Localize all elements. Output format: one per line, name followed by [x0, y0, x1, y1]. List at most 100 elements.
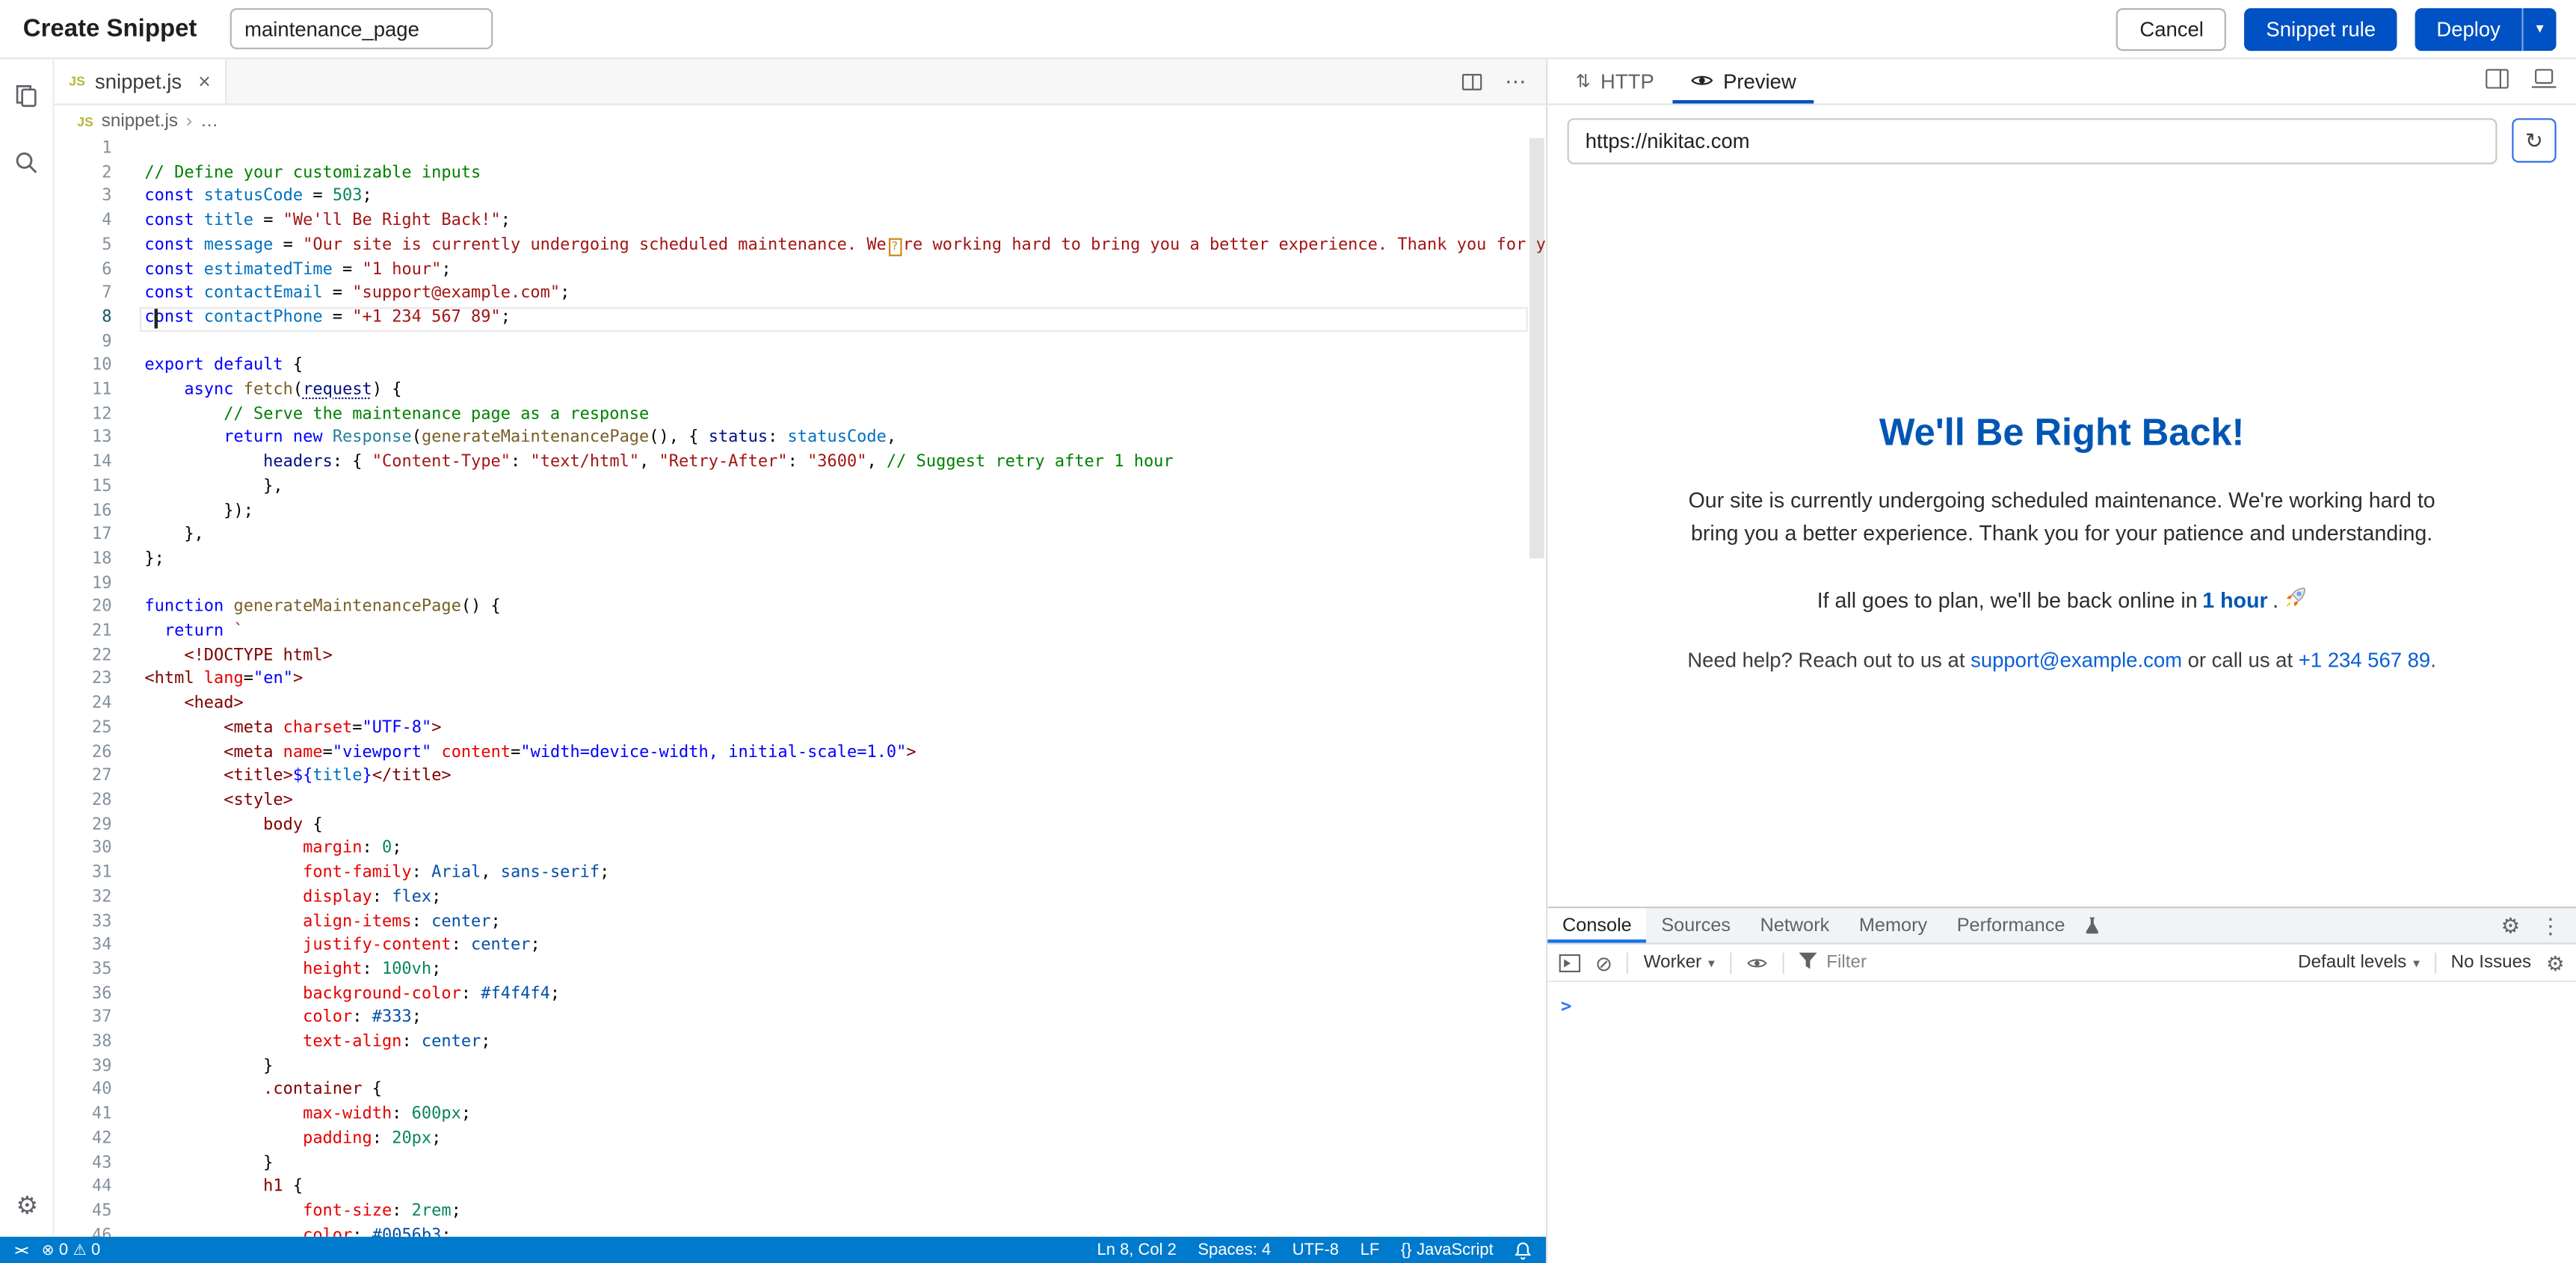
refresh-button[interactable]: ↻: [2512, 118, 2556, 162]
notifications-bell-icon[interactable]: [1515, 1241, 1531, 1259]
devtools-tab-performance[interactable]: Performance: [1942, 908, 2080, 942]
kebab-menu-icon[interactable]: ⋮: [2540, 912, 2562, 939]
code-line[interactable]: 18};: [55, 549, 1547, 572]
code-line[interactable]: 44 h1 {: [55, 1176, 1547, 1200]
code-line[interactable]: 27 <title>${title}</title>: [55, 766, 1547, 790]
devtools-tab-sources[interactable]: Sources: [1647, 908, 1745, 942]
problems-indicator[interactable]: ⊗ 0 ⚠ 0: [42, 1241, 101, 1259]
snippet-name-input[interactable]: [229, 8, 493, 49]
code-line[interactable]: 42 padding: 20px;: [55, 1128, 1547, 1152]
code-line[interactable]: 41 max-width: 600px;: [55, 1104, 1547, 1128]
code-line[interactable]: 46 color: #0056b3;: [55, 1225, 1547, 1237]
console-settings-gear-icon[interactable]: ⚙: [2546, 950, 2565, 975]
devtools-tab-memory[interactable]: Memory: [1844, 908, 1942, 942]
code-line[interactable]: 8const contactPhone = "+1 234 567 89";: [55, 307, 1547, 331]
code-line[interactable]: 17 },: [55, 525, 1547, 549]
help-suffix: .: [2430, 649, 2436, 672]
code-line[interactable]: 28 <style>: [55, 790, 1547, 814]
code-line[interactable]: 20function generateMaintenancePage() {: [55, 597, 1547, 621]
code-line[interactable]: 35 height: 100vh;: [55, 959, 1547, 983]
console-sidebar-toggle-icon[interactable]: [1559, 954, 1581, 972]
code-editor[interactable]: 12// Define your customizable inputs3con…: [55, 138, 1547, 1237]
code-text: async fetch(request) {: [144, 380, 401, 404]
code-line[interactable]: 37 color: #333;: [55, 1007, 1547, 1031]
log-levels-selector[interactable]: Default levels ▾: [2298, 953, 2420, 972]
clear-console-icon[interactable]: ⊘: [1595, 950, 1612, 975]
console-filter-input[interactable]: Filter: [1799, 952, 2283, 974]
breadcrumb[interactable]: JS snippet.js › …: [55, 105, 1547, 138]
cancel-button[interactable]: Cancel: [2117, 7, 2227, 50]
code-line[interactable]: 34 justify-content: center;: [55, 935, 1547, 959]
code-line[interactable]: 14 headers: { "Content-Type": "text/html…: [55, 452, 1547, 476]
code-line[interactable]: 21 return `: [55, 621, 1547, 645]
code-line[interactable]: 39 }: [55, 1056, 1547, 1080]
code-line[interactable]: 9: [55, 331, 1547, 355]
phone-link[interactable]: +1 234 567 89: [2299, 649, 2430, 672]
url-input[interactable]: [1568, 117, 2498, 164]
more-actions-icon[interactable]: ⋯: [1505, 68, 1526, 94]
remote-indicator-icon[interactable]: ><: [15, 1243, 27, 1258]
issues-counter[interactable]: No Issues: [2451, 953, 2532, 972]
code-line[interactable]: 45 font-size: 2rem;: [55, 1200, 1547, 1224]
code-line[interactable]: 1: [55, 138, 1547, 162]
code-line[interactable]: 25 <meta charset="UTF-8">: [55, 717, 1547, 741]
code-line[interactable]: 7const contactEmail = "support@example.c…: [55, 282, 1547, 306]
console-prompt[interactable]: >: [1561, 995, 1572, 1017]
deploy-button[interactable]: Deploy: [2415, 7, 2522, 50]
console-output[interactable]: >: [1547, 982, 2576, 1263]
code-line[interactable]: 23<html lang="en">: [55, 669, 1547, 693]
code-line[interactable]: 6const estimatedTime = "1 hour";: [55, 259, 1547, 282]
code-line[interactable]: 5const message = "Our site is currently …: [55, 235, 1547, 259]
tab-preview[interactable]: Preview: [1672, 59, 1814, 103]
close-icon[interactable]: ×: [198, 69, 211, 93]
cursor-position[interactable]: Ln 8, Col 2: [1097, 1241, 1177, 1259]
code-line[interactable]: 15 },: [55, 476, 1547, 500]
error-icon: ⊗: [42, 1241, 55, 1259]
code-line[interactable]: 16 });: [55, 500, 1547, 524]
code-line[interactable]: 33 align-items: center;: [55, 911, 1547, 935]
devtools-tab-console[interactable]: Console: [1547, 908, 1646, 942]
code-line[interactable]: 29 body {: [55, 814, 1547, 838]
deploy-dropdown-button[interactable]: ▾: [2521, 7, 2556, 50]
code-line[interactable]: 4const title = "We'll Be Right Back!";: [55, 211, 1547, 235]
code-line[interactable]: 31 font-family: Arial, sans-serif;: [55, 862, 1547, 886]
code-line[interactable]: 30 margin: 0;: [55, 839, 1547, 862]
code-line[interactable]: 32 display: flex;: [55, 886, 1547, 910]
copy-files-icon[interactable]: [11, 81, 41, 111]
devtools-tab-network[interactable]: Network: [1745, 908, 1844, 942]
context-selector[interactable]: Worker ▾: [1644, 953, 1715, 972]
snippet-rule-button[interactable]: Snippet rule: [2245, 7, 2397, 50]
tab-snippet-js[interactable]: JS snippet.js ×: [55, 59, 227, 103]
code-line[interactable]: 24 <head>: [55, 694, 1547, 717]
search-icon[interactable]: [11, 148, 41, 178]
language-mode[interactable]: {} JavaScript: [1401, 1241, 1494, 1259]
code-line[interactable]: 13 return new Response(generateMaintenan…: [55, 427, 1547, 451]
devtools-settings-gear-icon[interactable]: ⚙: [2501, 912, 2521, 939]
code-line[interactable]: 40 .container {: [55, 1080, 1547, 1104]
tab-http[interactable]: ⇅ HTTP: [1557, 59, 1672, 103]
code-line[interactable]: 10export default {: [55, 355, 1547, 379]
code-line[interactable]: 36 background-color: #f4f4f4;: [55, 983, 1547, 1007]
code-line[interactable]: 3const statusCode = 503;: [55, 186, 1547, 210]
code-line[interactable]: 11 async fetch(request) {: [55, 380, 1547, 404]
settings-gear-icon[interactable]: ⚙: [0, 1191, 55, 1220]
code-text: <meta charset="UTF-8">: [144, 717, 441, 741]
live-expression-eye-icon[interactable]: [1746, 955, 1768, 970]
code-line[interactable]: 12 // Serve the maintenance page as a re…: [55, 404, 1547, 427]
eol-selector[interactable]: LF: [1361, 1241, 1380, 1259]
code-line[interactable]: 22 <!DOCTYPE html>: [55, 645, 1547, 669]
encoding[interactable]: UTF-8: [1292, 1241, 1339, 1259]
code-line[interactable]: 43 }: [55, 1152, 1547, 1176]
code-line[interactable]: 38 text-align: center;: [55, 1031, 1547, 1055]
code-line[interactable]: 26 <meta name="viewport" content="width=…: [55, 741, 1547, 765]
eye-icon: [1690, 70, 1713, 93]
code-line[interactable]: 2// Define your customizable inputs: [55, 162, 1547, 186]
panel-layout-icon[interactable]: [2486, 67, 2509, 96]
code-line[interactable]: 19: [55, 572, 1547, 596]
split-editor-icon[interactable]: [1462, 73, 1482, 90]
support-email-link[interactable]: support@example.com: [1970, 649, 2182, 672]
line-number: 40: [55, 1080, 120, 1104]
editor-scrollbar[interactable]: [1529, 138, 1544, 559]
device-toolbar-icon[interactable]: [2532, 67, 2557, 96]
indentation[interactable]: Spaces: 4: [1198, 1241, 1271, 1259]
